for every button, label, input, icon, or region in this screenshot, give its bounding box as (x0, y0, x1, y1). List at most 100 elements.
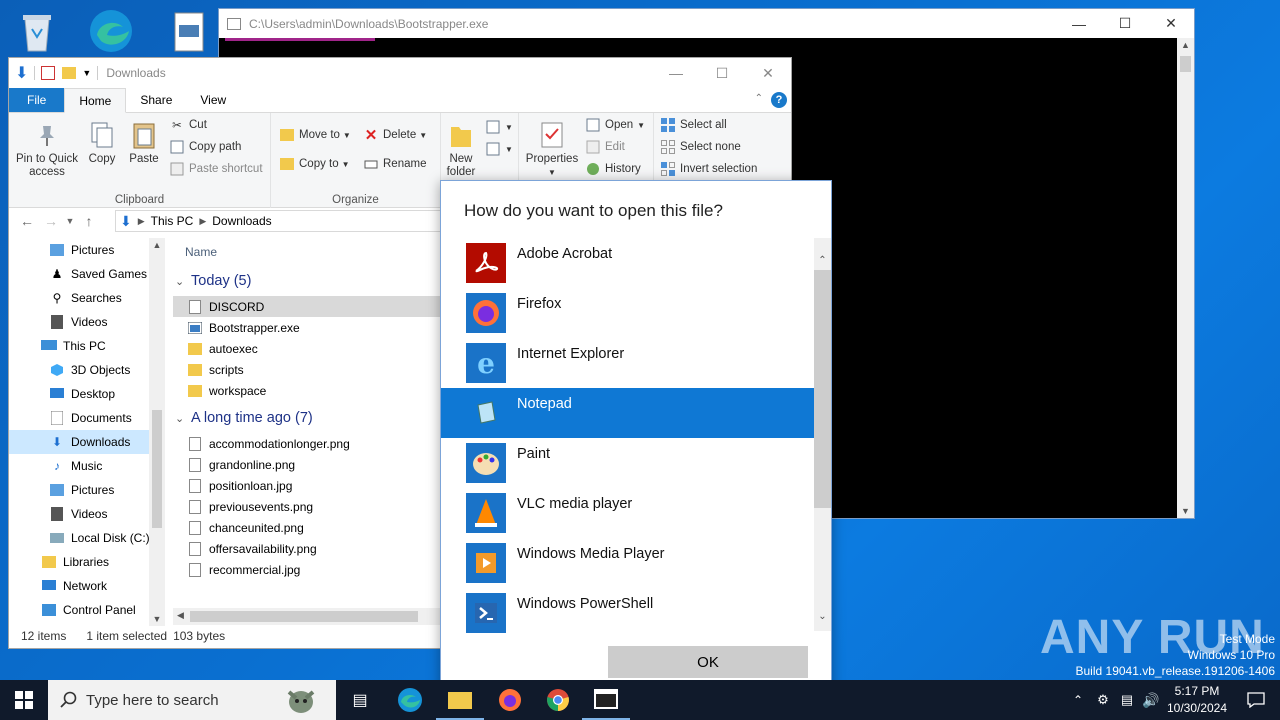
nav-item-control-panel[interactable]: Control Panel (9, 598, 165, 618)
nav-item-3d-objects[interactable]: 3D Objects (9, 358, 165, 382)
properties-button[interactable]: Properties ▼ (525, 119, 579, 179)
app-item-internet-explorer[interactable]: e Internet Explorer (441, 338, 815, 388)
file-row-image[interactable]: previousevents.png (173, 496, 453, 517)
volume-icon[interactable]: 🔊 (1140, 680, 1162, 720)
group-header-today[interactable]: ⌄ Today (5) (173, 266, 453, 296)
nav-item-searches[interactable]: ⚲ Searches (9, 286, 165, 310)
show-hidden-icons-icon[interactable]: ⌃ (1068, 680, 1088, 720)
file-row-discord[interactable]: DISCORD (173, 296, 453, 317)
file-row-image[interactable]: accommodationlonger.png (173, 433, 453, 454)
app-item-vlc[interactable]: VLC media player (441, 488, 815, 538)
app-item-paint[interactable]: Paint (441, 438, 815, 488)
app-list-scrollbar[interactable]: ⌃ ⌄ (814, 238, 831, 631)
taskbar-search-box[interactable]: Type here to search (48, 680, 336, 720)
select-all-button[interactable]: Select all (660, 117, 727, 133)
delete-button[interactable]: ✕ Delete ▼ (363, 127, 427, 144)
invert-selection-button[interactable]: Invert selection (660, 161, 757, 177)
navigation-pane-scrollbar[interactable]: ▲ ▼ (149, 238, 165, 626)
nav-item-saved-games[interactable]: ♟ Saved Games (9, 262, 165, 286)
recycle-bin-icon[interactable] (12, 6, 62, 56)
copy-button[interactable]: Copy (85, 119, 119, 166)
console-taskbar-icon[interactable] (582, 680, 630, 720)
file-row-image[interactable]: offersavailability.png (173, 538, 453, 559)
recent-dropdown-icon[interactable]: ▼ (63, 216, 77, 226)
file-row-image[interactable]: positionloan.jpg (173, 475, 453, 496)
properties-qat-icon[interactable] (41, 66, 56, 80)
folder-row-workspace[interactable]: workspace (173, 380, 453, 401)
new-item-button[interactable]: ▼ (485, 119, 513, 135)
ribbon-collapse-icon[interactable]: ⌃ (755, 93, 763, 104)
nav-item-music[interactable]: ♪ Music (9, 454, 165, 478)
explorer-close-button[interactable]: ✕ (745, 59, 791, 88)
help-icon[interactable]: ? (771, 92, 787, 108)
explorer-taskbar-icon[interactable] (436, 680, 484, 720)
nav-item-libraries[interactable]: Libraries (9, 550, 165, 574)
open-button[interactable]: Open ▼ (585, 117, 645, 133)
tab-file[interactable]: File (9, 88, 65, 112)
firefox-taskbar-icon[interactable] (486, 680, 534, 720)
nav-item-network[interactable]: Network (9, 574, 165, 598)
tab-view[interactable]: View (186, 88, 240, 112)
nav-item-this-pc[interactable]: This PC (9, 334, 165, 358)
explorer-maximize-button[interactable]: ☐ (699, 59, 745, 88)
back-arrow-icon[interactable]: ← (15, 213, 39, 229)
taskbar-clock[interactable]: 5:17 PM 10/30/2024 (1162, 683, 1232, 717)
new-folder-button[interactable]: New folder (443, 119, 479, 179)
app-item-adobe-acrobat[interactable]: Adobe Acrobat (441, 238, 815, 288)
tab-share[interactable]: Share (126, 88, 186, 112)
rename-button[interactable]: Rename (363, 156, 426, 172)
column-header-name[interactable]: Name (173, 238, 453, 266)
file-row-image[interactable]: chanceunited.png (173, 517, 453, 538)
nav-item-videos-2[interactable]: Videos (9, 502, 165, 526)
select-none-button[interactable]: Select none (660, 139, 741, 155)
start-button[interactable] (0, 680, 48, 720)
app-item-notepad[interactable]: Notepad (441, 388, 815, 438)
download-arrow-icon[interactable]: ⬇ (15, 63, 28, 83)
ok-button[interactable]: OK (608, 646, 808, 678)
network-status-icon[interactable]: ▤ (1116, 680, 1138, 720)
file-row-image[interactable]: recommercial.jpg (173, 559, 453, 580)
nav-item-downloads[interactable]: ⬇ Downloads (9, 430, 165, 454)
chrome-taskbar-icon[interactable] (534, 680, 582, 720)
file-row-image[interactable]: grandonline.png (173, 454, 453, 475)
tab-home[interactable]: Home (64, 88, 127, 113)
file-row-bootstrapper[interactable]: Bootstrapper.exe (173, 317, 453, 338)
nav-item-pictures[interactable]: Pictures (9, 238, 165, 262)
pin-quick-access-button[interactable]: Pin to Quick access (15, 119, 79, 179)
close-button[interactable]: ✕ (1148, 9, 1194, 38)
nav-item-desktop[interactable]: Desktop (9, 382, 165, 406)
nav-item-pictures-2[interactable]: Pictures (9, 478, 165, 502)
app-item-firefox[interactable]: Firefox (441, 288, 815, 338)
console-scrollbar[interactable]: ▲ ▼ (1177, 38, 1194, 518)
folder-row-autoexec[interactable]: autoexec (173, 338, 453, 359)
cut-button[interactable]: ✂ Cut (169, 117, 207, 133)
address-bar[interactable]: ⬇ ▶ This PC ▶ Downloads (115, 210, 455, 232)
explorer-minimize-button[interactable]: — (653, 59, 699, 88)
copy-to-button[interactable]: Copy to ▼ (279, 156, 350, 172)
forward-arrow-icon[interactable]: → (39, 213, 63, 229)
breadcrumb-downloads[interactable]: Downloads (212, 214, 271, 228)
notification-center-icon[interactable] (1232, 680, 1280, 720)
up-arrow-icon[interactable]: ↑ (77, 213, 101, 229)
task-view-icon[interactable]: ▤ (336, 680, 384, 720)
breadcrumb-this-pc[interactable]: This PC (151, 214, 194, 228)
qat-dropdown-icon[interactable]: ▼ (82, 68, 91, 78)
folder-row-scripts[interactable]: scripts (173, 359, 453, 380)
nav-item-videos[interactable]: Videos (9, 310, 165, 334)
edge-taskbar-icon[interactable] (386, 680, 434, 720)
file-list-hscrollbar[interactable]: ◀ (173, 608, 453, 625)
copy-path-button[interactable]: Copy path (169, 139, 241, 155)
file-icon[interactable] (164, 8, 214, 58)
network-tray-icon[interactable]: ⚙ (1092, 680, 1114, 720)
app-item-powershell[interactable]: Windows PowerShell (441, 588, 815, 638)
minimize-button[interactable]: — (1056, 9, 1102, 38)
edge-icon[interactable] (86, 6, 136, 56)
history-button[interactable]: History (585, 161, 641, 177)
nav-item-documents[interactable]: Documents (9, 406, 165, 430)
nav-item-local-disk[interactable]: Local Disk (C:) (9, 526, 165, 550)
paste-button[interactable]: Paste (127, 119, 161, 166)
maximize-button[interactable]: ☐ (1102, 9, 1148, 38)
move-to-button[interactable]: Move to ▼ (279, 127, 351, 143)
app-item-windows-media-player[interactable]: Windows Media Player (441, 538, 815, 588)
new-folder-qat-icon[interactable] (62, 67, 77, 79)
